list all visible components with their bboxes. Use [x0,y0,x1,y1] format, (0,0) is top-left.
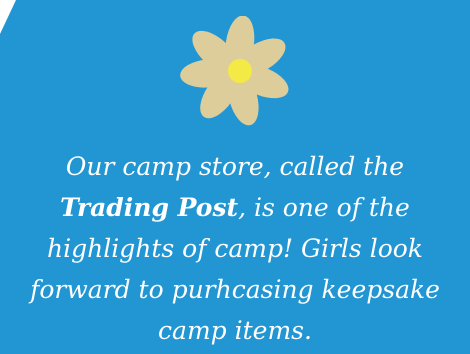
flower-center [228,59,252,83]
store-name: Trading Post [60,193,239,222]
caption-line-2: , is one of the [238,193,410,222]
trading-post-card: Our camp store, called the Trading Post, … [0,0,470,354]
caption-line-3: highlights of camp! Girls look [47,234,423,263]
trading-post-description: Our camp store, called the Trading Post, … [10,146,460,351]
caption-line-1: Our camp store, called the [65,152,405,181]
daisy-icon [180,16,289,126]
caption-line-4: forward to purhcasing keepsake [30,275,440,304]
caption-line-5: camp items. [158,316,312,345]
